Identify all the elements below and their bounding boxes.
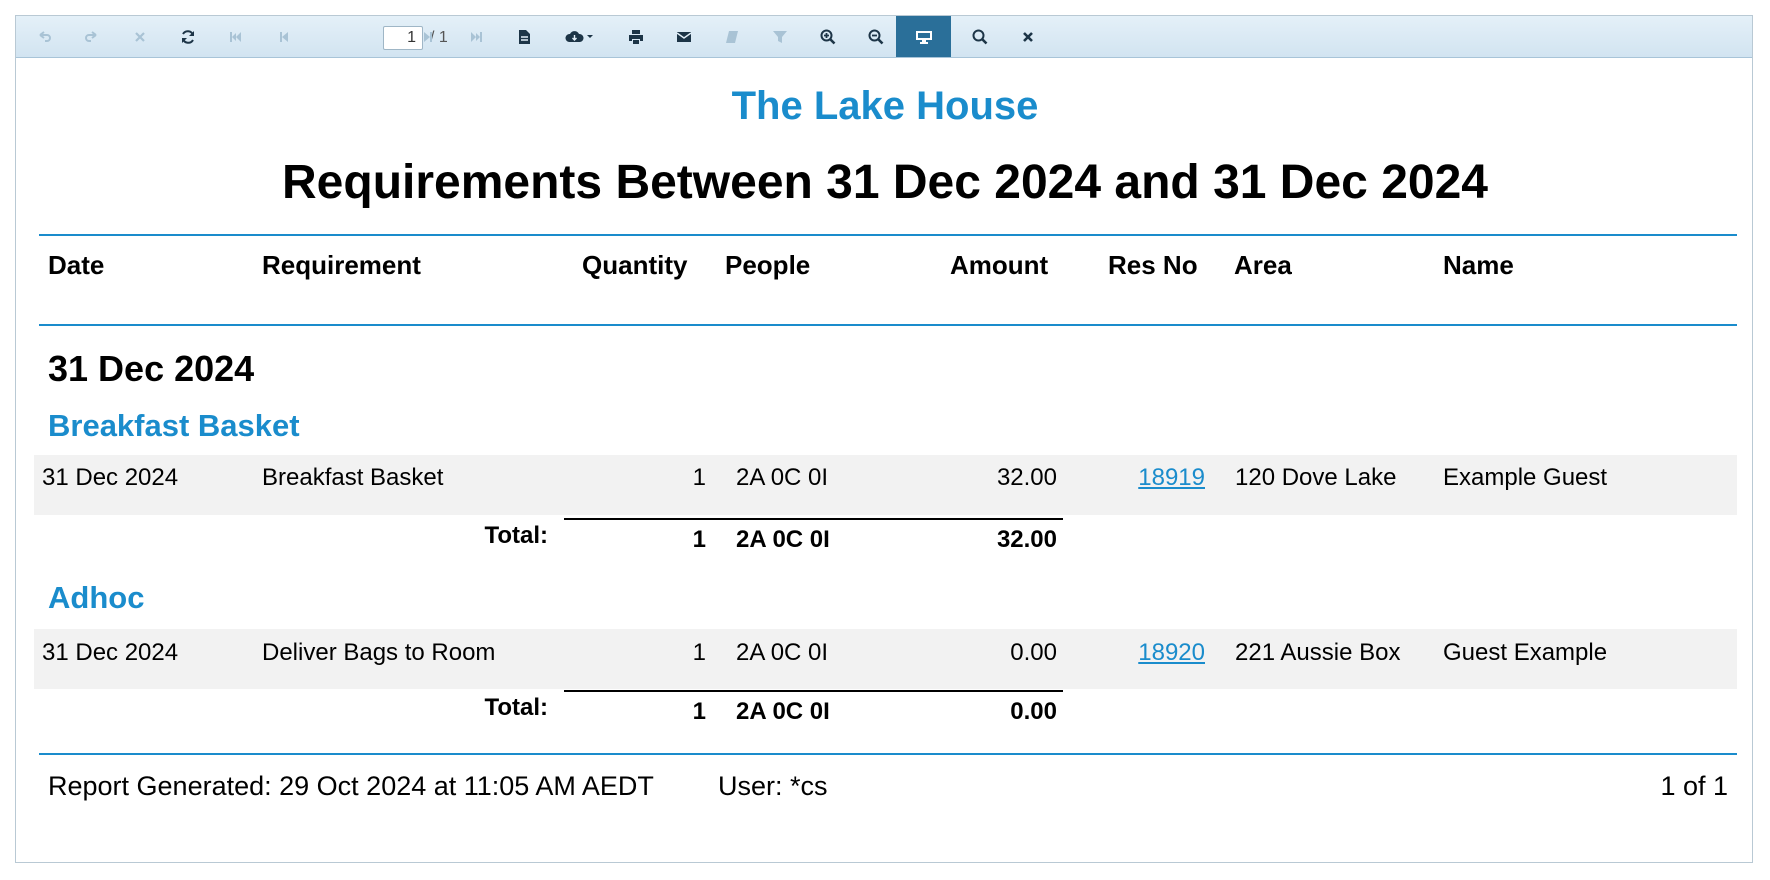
redo-icon[interactable]	[64, 16, 119, 57]
row-quantity: 1	[692, 639, 706, 666]
group-heading-adhoc: Adhoc	[48, 580, 145, 615]
close-icon[interactable]	[1000, 16, 1055, 57]
previous-page-icon[interactable]	[256, 16, 311, 57]
total-quantity: 1	[692, 526, 706, 553]
total-rule	[564, 518, 1063, 520]
group-heading-breakfast-basket: Breakfast Basket	[48, 408, 300, 443]
row-name: Guest Example	[1443, 639, 1608, 666]
header-top-rule	[39, 234, 1737, 236]
total-amount: 0.00	[1010, 698, 1057, 725]
report-user: User: *cs	[718, 771, 828, 801]
total-label: Total:	[484, 522, 548, 549]
col-header-people: People	[725, 250, 811, 280]
first-page-icon[interactable]	[208, 16, 263, 57]
search-icon[interactable]	[952, 16, 1007, 57]
row-requirement: Breakfast Basket	[262, 464, 444, 491]
row-quantity: 1	[692, 464, 706, 491]
col-header-name: Name	[1443, 250, 1514, 280]
page-indicator: 1 of 1	[1660, 771, 1728, 801]
col-header-date: Date	[48, 250, 105, 280]
print-icon[interactable]	[608, 16, 663, 57]
next-page-icon[interactable]	[400, 16, 455, 57]
monitor-icon[interactable]	[896, 16, 951, 57]
header-bottom-rule	[39, 324, 1737, 326]
report-generated: Report Generated: 29 Oct 2024 at 11:05 A…	[48, 771, 654, 801]
total-people: 2A 0C 0I	[736, 698, 830, 725]
row-people: 2A 0C 0I	[736, 639, 829, 666]
filter-icon[interactable]	[752, 16, 807, 57]
last-page-icon[interactable]	[448, 16, 503, 57]
zoom-in-icon[interactable]	[800, 16, 855, 57]
col-header-requirement: Requirement	[262, 250, 421, 280]
row-people: 2A 0C 0I	[736, 464, 829, 491]
row-area: 221 Aussie Box	[1235, 639, 1401, 666]
row-date: 31 Dec 2024	[42, 639, 179, 666]
email-icon[interactable]	[656, 16, 711, 57]
col-header-quantity: Quantity	[582, 250, 688, 280]
total-quantity: 1	[692, 698, 706, 725]
row-date: 31 Dec 2024	[42, 464, 179, 491]
footer-rule	[39, 753, 1737, 755]
total-rule	[564, 690, 1063, 692]
row-amount: 0.00	[1010, 639, 1057, 666]
date-group-heading: 31 Dec 2024	[48, 348, 255, 389]
export-dropdown-icon[interactable]	[544, 16, 614, 57]
row-area: 120 Dove Lake	[1235, 464, 1397, 491]
report-toolbar: / 1	[16, 16, 1752, 58]
refresh-icon[interactable]	[160, 16, 215, 57]
res-no-link[interactable]: 18919	[1090, 464, 1205, 492]
total-label: Total:	[484, 694, 548, 721]
report-title: Requirements Between 31 Dec 2024 and 31 …	[282, 156, 1488, 209]
copy-icon[interactable]	[704, 16, 759, 57]
col-header-area: Area	[1234, 250, 1292, 280]
undo-icon[interactable]	[16, 16, 71, 57]
company-name: The Lake House	[731, 84, 1039, 128]
col-header-res-no: Res No	[1108, 250, 1198, 280]
col-header-amount: Amount	[950, 250, 1049, 280]
zoom-out-icon[interactable]	[848, 16, 903, 57]
res-no-link[interactable]: 18920	[1090, 639, 1205, 667]
cancel-icon[interactable]	[112, 16, 167, 57]
row-name: Example Guest	[1443, 464, 1608, 491]
row-requirement: Deliver Bags to Room	[262, 639, 496, 666]
document-icon[interactable]	[496, 16, 551, 57]
total-people: 2A 0C 0I	[736, 526, 830, 553]
total-amount: 32.00	[996, 526, 1057, 553]
row-amount: 32.00	[996, 464, 1057, 491]
